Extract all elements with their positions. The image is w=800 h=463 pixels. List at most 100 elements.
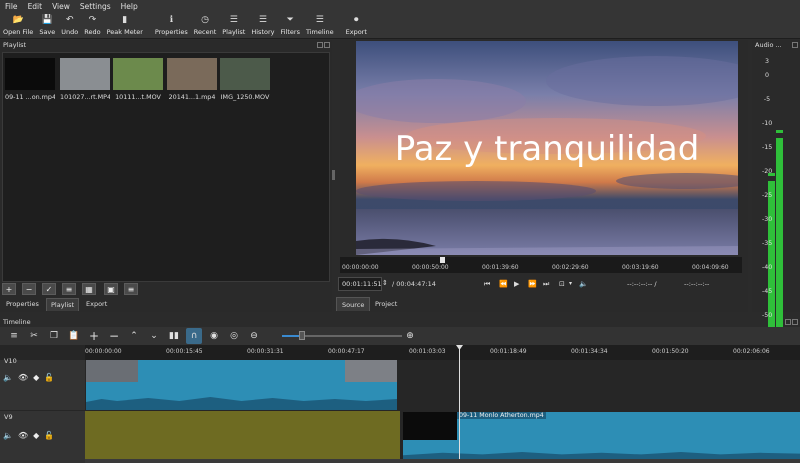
tab-project[interactable]: Project bbox=[370, 297, 402, 311]
track-header-v10[interactable]: V10 🔈 👁 ◆ 🔓 bbox=[0, 357, 85, 410]
position-timecode[interactable]: 00:01:11:51 bbox=[338, 277, 382, 291]
playlist-controls: + − ✓ ≡ ▦ ▣ ≡ Properties Playlist Export bbox=[0, 282, 332, 312]
mute-icon[interactable]: 🔈 bbox=[3, 431, 13, 440]
clip-v9[interactable] bbox=[403, 412, 800, 460]
recent-button[interactable]: ◷ Recent bbox=[191, 12, 219, 38]
peak-meter-button[interactable]: ▮ Peak Meter bbox=[104, 12, 146, 38]
playlist-item-label: 20141...1.mp4 bbox=[168, 93, 216, 101]
add-button[interactable]: + bbox=[2, 283, 16, 295]
toolbar-label: Redo bbox=[84, 28, 101, 36]
main-toolbar: 📂 Open File 💾 Save ↶ Undo ↷ Redo ▮ Peak Meter ℹ Pro… bbox=[0, 12, 800, 39]
tab-source[interactable]: Source bbox=[336, 297, 371, 311]
update-button[interactable]: ✓ bbox=[42, 283, 56, 295]
panel-window-buttons[interactable] bbox=[317, 41, 332, 48]
composite-icon[interactable]: ◆ bbox=[33, 373, 39, 382]
viewer-ruler[interactable]: 00:00:00:00 00:00:50:00 00:01:39:60 00:02:2… bbox=[340, 257, 742, 273]
clip-v9-waveform bbox=[403, 452, 800, 460]
audio-panel-title: Audio ... bbox=[755, 40, 782, 49]
append-icon[interactable]: + bbox=[86, 328, 102, 344]
playlist-item[interactable]: 09-11 ...on.mp4 bbox=[5, 58, 55, 108]
cut-icon[interactable]: ✂ bbox=[26, 328, 42, 344]
toolbar-label: Save bbox=[39, 28, 56, 36]
playlist-item-label: 09-11 ...on.mp4 bbox=[5, 93, 55, 101]
clip-v10[interactable] bbox=[86, 360, 397, 410]
menu-settings[interactable]: Settings bbox=[75, 2, 116, 11]
toolbar-label: Filters bbox=[280, 28, 300, 36]
playlist-item[interactable]: 101027...rt.MP4 bbox=[60, 58, 110, 108]
lock-icon[interactable]: 🔓 bbox=[44, 431, 54, 440]
mute-icon[interactable]: 🔈 bbox=[3, 373, 13, 382]
ruler-tick-label: 00:03:19:60 bbox=[622, 264, 659, 271]
scrub-icon[interactable]: ◉ bbox=[206, 328, 222, 344]
playlist-item[interactable]: 20141...1.mp4 bbox=[167, 58, 217, 108]
details-view-icon[interactable]: ≡ bbox=[62, 283, 76, 295]
fast-forward-icon[interactable]: ⏩ bbox=[528, 280, 537, 288]
eye-icon[interactable]: 👁 bbox=[18, 373, 28, 382]
menu-icon[interactable]: ≡ bbox=[124, 283, 138, 295]
timeline-tick-label: 00:01:50:20 bbox=[652, 348, 689, 355]
composite-icon[interactable]: ◆ bbox=[33, 431, 39, 440]
lift-icon[interactable]: ⌃ bbox=[126, 328, 142, 344]
track-header-v9[interactable]: V9 🔈 👁 ◆ 🔓 bbox=[0, 411, 85, 463]
open-file-button[interactable]: 📂 Open File bbox=[0, 12, 36, 38]
dropdown-icon[interactable]: ▾ bbox=[569, 280, 572, 287]
eye-icon[interactable]: 👁 bbox=[18, 431, 28, 440]
lock-icon[interactable]: 🔓 bbox=[44, 373, 54, 382]
tab-export[interactable]: Export bbox=[82, 298, 111, 311]
zoom-slider-handle[interactable] bbox=[299, 331, 305, 340]
timeline-scrollbar[interactable] bbox=[85, 459, 800, 463]
playlist-item-label: 101027...rt.MP4 bbox=[60, 93, 110, 101]
menu-edit[interactable]: Edit bbox=[23, 2, 48, 11]
audio-panel-header: Audio ... bbox=[752, 40, 800, 49]
filters-button[interactable]: ⏷ Filters bbox=[277, 12, 302, 38]
viewer-playhead[interactable] bbox=[440, 257, 445, 263]
playlist-item[interactable]: IMG_1250.MOV bbox=[220, 58, 270, 108]
ripple-icon[interactable]: ◎ bbox=[226, 328, 242, 344]
folder-icon: 📂 bbox=[12, 15, 24, 25]
rewind-icon[interactable]: ⏪ bbox=[499, 280, 508, 288]
snap-icon[interactable]: ∩ bbox=[186, 328, 202, 344]
zoom-in-icon[interactable]: ⊕ bbox=[402, 328, 418, 344]
zoom-icon[interactable]: ⊡ bbox=[559, 280, 565, 288]
timeline-menu-icon[interactable]: ≡ bbox=[6, 328, 22, 344]
properties-button[interactable]: ℹ Properties bbox=[152, 12, 191, 38]
audio-window-buttons[interactable] bbox=[792, 41, 800, 48]
copy-icon[interactable]: ❐ bbox=[46, 328, 62, 344]
menu-help[interactable]: Help bbox=[116, 2, 143, 11]
history-button[interactable]: ☰ History bbox=[248, 12, 277, 38]
splitter-handle[interactable] bbox=[332, 170, 335, 180]
save-button[interactable]: 💾 Save bbox=[36, 12, 58, 38]
position-spinner-icon[interactable]: ⇕ bbox=[382, 279, 388, 287]
skip-end-icon[interactable]: ⏭ bbox=[543, 280, 549, 289]
timeline-playhead[interactable] bbox=[459, 345, 460, 463]
peak-meter-icon: ▮ bbox=[122, 15, 128, 25]
remove-button[interactable]: − bbox=[22, 283, 36, 295]
redo-button[interactable]: ↷ Redo bbox=[81, 12, 103, 38]
audio-scale-label: -25 bbox=[762, 192, 773, 200]
playlist-item[interactable]: 10111...t.MOV bbox=[113, 58, 163, 108]
timeline-button[interactable]: ☰ Timeline bbox=[303, 12, 337, 38]
volume-icon[interactable]: 🔈 bbox=[579, 280, 588, 288]
tab-playlist[interactable]: Playlist bbox=[46, 298, 80, 311]
tab-properties[interactable]: Properties bbox=[2, 298, 43, 311]
overwrite-icon[interactable]: ⌄ bbox=[146, 328, 162, 344]
timeline-tick-label: 00:01:34:34 bbox=[571, 348, 608, 355]
remove-icon[interactable]: − bbox=[106, 328, 122, 344]
playlist-button[interactable]: ☰ Playlist bbox=[219, 12, 248, 38]
undo-button[interactable]: ↶ Undo bbox=[58, 12, 81, 38]
menu-file[interactable]: File bbox=[0, 2, 23, 11]
timeline-window-buttons[interactable] bbox=[785, 319, 800, 325]
out-point-label: --:--:--:-- bbox=[684, 280, 710, 288]
paste-icon[interactable]: 📋 bbox=[66, 328, 82, 344]
zoom-out-icon[interactable]: ⊖ bbox=[246, 328, 262, 344]
play-icon[interactable]: ▶ bbox=[514, 280, 519, 288]
timeline-ruler[interactable]: 00:00:00:00 00:00:15:45 00:00:31:31 00:00:4… bbox=[85, 345, 800, 360]
tiles-view-icon[interactable]: ▦ bbox=[82, 283, 96, 295]
menu-view[interactable]: View bbox=[47, 2, 75, 11]
audio-scale-label: 3 bbox=[764, 58, 769, 65]
skip-start-icon[interactable]: ⏮ bbox=[484, 280, 490, 289]
video-preview[interactable]: Paz y tranquilidad bbox=[356, 41, 738, 255]
export-button[interactable]: ⏺ Export bbox=[343, 12, 370, 38]
split-icon[interactable]: ▮▮ bbox=[166, 328, 182, 344]
icons-view-icon[interactable]: ▣ bbox=[104, 283, 118, 295]
